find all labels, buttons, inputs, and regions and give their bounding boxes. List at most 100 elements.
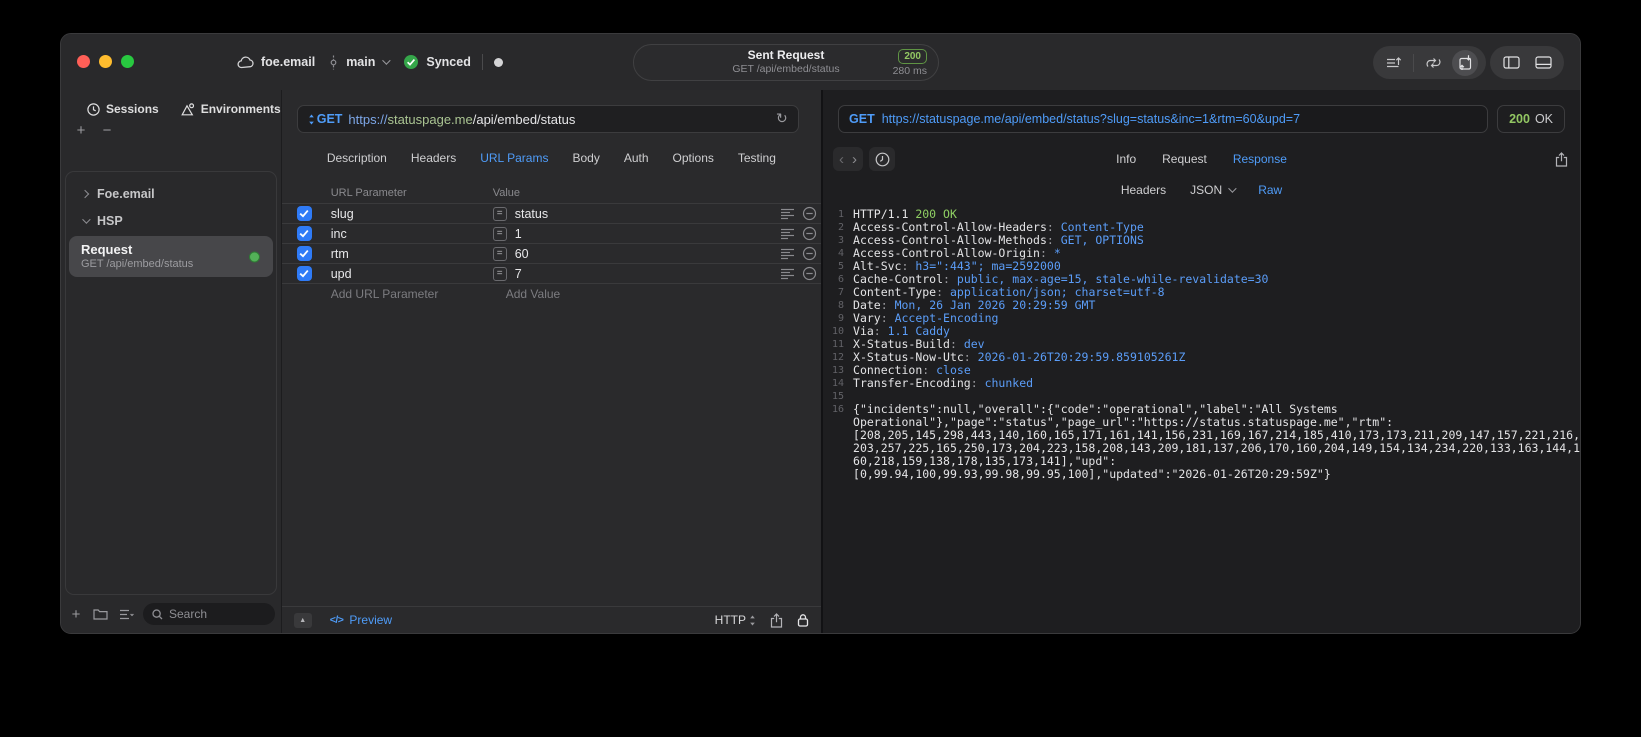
equals-icon: = [492, 226, 507, 241]
param-value[interactable]: 60 [515, 247, 529, 261]
response-status-code: 200 [1509, 112, 1530, 126]
environments-icon [180, 102, 195, 116]
request-url-bar[interactable]: GET https://statuspage.me/api/embed/stat… [296, 105, 799, 133]
response-tab-request[interactable]: Request [1162, 152, 1207, 166]
session-dot-indicator[interactable] [493, 57, 503, 67]
preview-button[interactable]: </> Preview [330, 613, 392, 627]
response-nav-row: ‹ › Info Request Response [823, 146, 1580, 172]
export-response-button[interactable] [1555, 151, 1568, 167]
request-url-input[interactable]: https://statuspage.me/api/embed/status [348, 112, 575, 127]
clock-icon [87, 102, 100, 116]
add-item-button[interactable]: + [69, 606, 83, 623]
param-value[interactable]: 1 [515, 227, 522, 241]
response-body[interactable]: 1 HTTP/1.1 200 OK 2 Access-Control-Allow-He… [823, 208, 1580, 633]
response-subtab-headers[interactable]: Headers [1121, 183, 1166, 197]
share-button[interactable] [770, 612, 783, 628]
forward-button[interactable]: › [852, 151, 857, 168]
reorder-handle-icon[interactable] [780, 228, 795, 240]
response-tab-response[interactable]: Response [1233, 152, 1287, 166]
main-content: Sessions Environments + − Foe.email HSP … [61, 90, 1580, 633]
token: 2026-01-26T20:29:59.859105261Z [977, 350, 1186, 364]
response-tab-info[interactable]: Info [1116, 152, 1136, 166]
reorder-handle-icon[interactable] [780, 248, 795, 260]
equals-icon: = [492, 206, 507, 221]
editor-tab-options[interactable]: Options [673, 151, 714, 165]
tree-group-hsp[interactable]: HSP [66, 207, 276, 234]
sent-request-url[interactable]: GET https://statuspage.me/api/embed/stat… [838, 105, 1489, 133]
resend-request-icon[interactable]: ↻ [776, 111, 788, 127]
project-name[interactable]: foe.email [261, 55, 315, 69]
param-name[interactable]: rtm [331, 247, 493, 261]
editor-tab-testing[interactable]: Testing [738, 151, 776, 165]
tab-environments[interactable]: Environments [180, 102, 281, 116]
request-list-item[interactable]: Request GET /api/embed/status [69, 236, 273, 277]
param-checkbox[interactable] [296, 206, 312, 221]
response-viewer: GET https://statuspage.me/api/embed/stat… [823, 90, 1580, 633]
token: : [922, 363, 937, 377]
expand-panel-button[interactable]: ▲ [293, 612, 312, 628]
request-duration: 280 ms [892, 65, 927, 77]
import-export-button[interactable] [1452, 49, 1478, 76]
editor-tab-url-params[interactable]: URL Params [480, 151, 548, 165]
token: Via [853, 324, 874, 338]
back-button[interactable]: ‹ [839, 151, 844, 168]
param-checkbox[interactable] [296, 266, 312, 281]
editor-tab-auth[interactable]: Auth [624, 151, 649, 165]
tree-group-label: Foe.email [97, 186, 155, 201]
param-name[interactable]: inc [331, 227, 493, 241]
reorder-handle-icon[interactable] [780, 208, 795, 220]
token: Access-Control-Allow-Origin [853, 246, 1040, 260]
toolbar-group-sync [1373, 46, 1486, 79]
sync-arrows-button[interactable] [1420, 50, 1446, 76]
response-subtab-json[interactable]: JSON [1190, 183, 1237, 197]
request-summary-pill[interactable]: Sent Request GET /api/embed/status 200 2… [633, 44, 939, 81]
new-folder-button[interactable] [91, 605, 109, 623]
method-selector[interactable]: GET [308, 112, 342, 126]
close-button[interactable] [77, 55, 90, 68]
response-top-row: GET https://statuspage.me/api/embed/stat… [823, 90, 1580, 133]
param-value[interactable]: status [515, 207, 548, 221]
search-input[interactable]: Search [143, 603, 275, 625]
editor-tab-description[interactable]: Description [327, 151, 387, 165]
add-param-row[interactable]: Add URL Parameter Add Value [281, 283, 822, 303]
line-number [823, 416, 849, 429]
token: Content-Type [1060, 220, 1144, 234]
add-request-button[interactable]: + [73, 123, 89, 138]
lock-icon[interactable] [797, 613, 809, 627]
line-number: 10 [831, 326, 845, 337]
remove-param-icon[interactable] [802, 246, 817, 261]
zoom-button[interactable] [121, 55, 134, 68]
remove-param-icon[interactable] [802, 206, 817, 221]
chevron-down-icon [82, 214, 91, 224]
remove-request-button[interactable]: − [99, 123, 115, 138]
toggle-bottom-panel-button[interactable] [1530, 50, 1556, 76]
editor-tab-body[interactable]: Body [572, 151, 599, 165]
remove-param-icon[interactable] [802, 226, 817, 241]
protocol-selector[interactable]: HTTP [715, 613, 756, 627]
history-button[interactable] [869, 147, 896, 171]
request-item-subtitle: GET /api/embed/status [81, 258, 194, 270]
sort-list-button[interactable] [117, 605, 135, 623]
remove-param-icon[interactable] [802, 266, 817, 281]
sync-status[interactable]: Synced [426, 55, 470, 69]
tree-group-foe-email[interactable]: Foe.email [66, 180, 276, 207]
param-checkbox[interactable] [296, 246, 312, 261]
sidebar-list-actions: + − [61, 116, 281, 138]
editor-tab-headers[interactable]: Headers [411, 151, 456, 165]
tab-sessions[interactable]: Sessions [87, 102, 159, 116]
line-content: Transfer-Encoding: chunked [849, 377, 1033, 390]
branch-name[interactable]: main [346, 55, 375, 69]
response-subtab-raw[interactable]: Raw [1258, 183, 1282, 197]
export-list-button[interactable] [1381, 50, 1407, 76]
param-name[interactable]: upd [331, 267, 493, 281]
minimize-button[interactable] [99, 55, 112, 68]
add-url-parameter-placeholder[interactable]: Add URL Parameter [331, 287, 506, 301]
param-name[interactable]: slug [331, 207, 493, 221]
param-value[interactable]: 7 [515, 267, 522, 281]
add-value-placeholder[interactable]: Add Value [506, 287, 561, 301]
response-subtabs: Headers JSON Raw [823, 180, 1580, 200]
toggle-sidebar-button[interactable] [1498, 50, 1524, 76]
param-checkbox[interactable] [296, 226, 312, 241]
reorder-handle-icon[interactable] [780, 268, 795, 280]
branch-chevron-down-icon[interactable] [382, 56, 392, 65]
